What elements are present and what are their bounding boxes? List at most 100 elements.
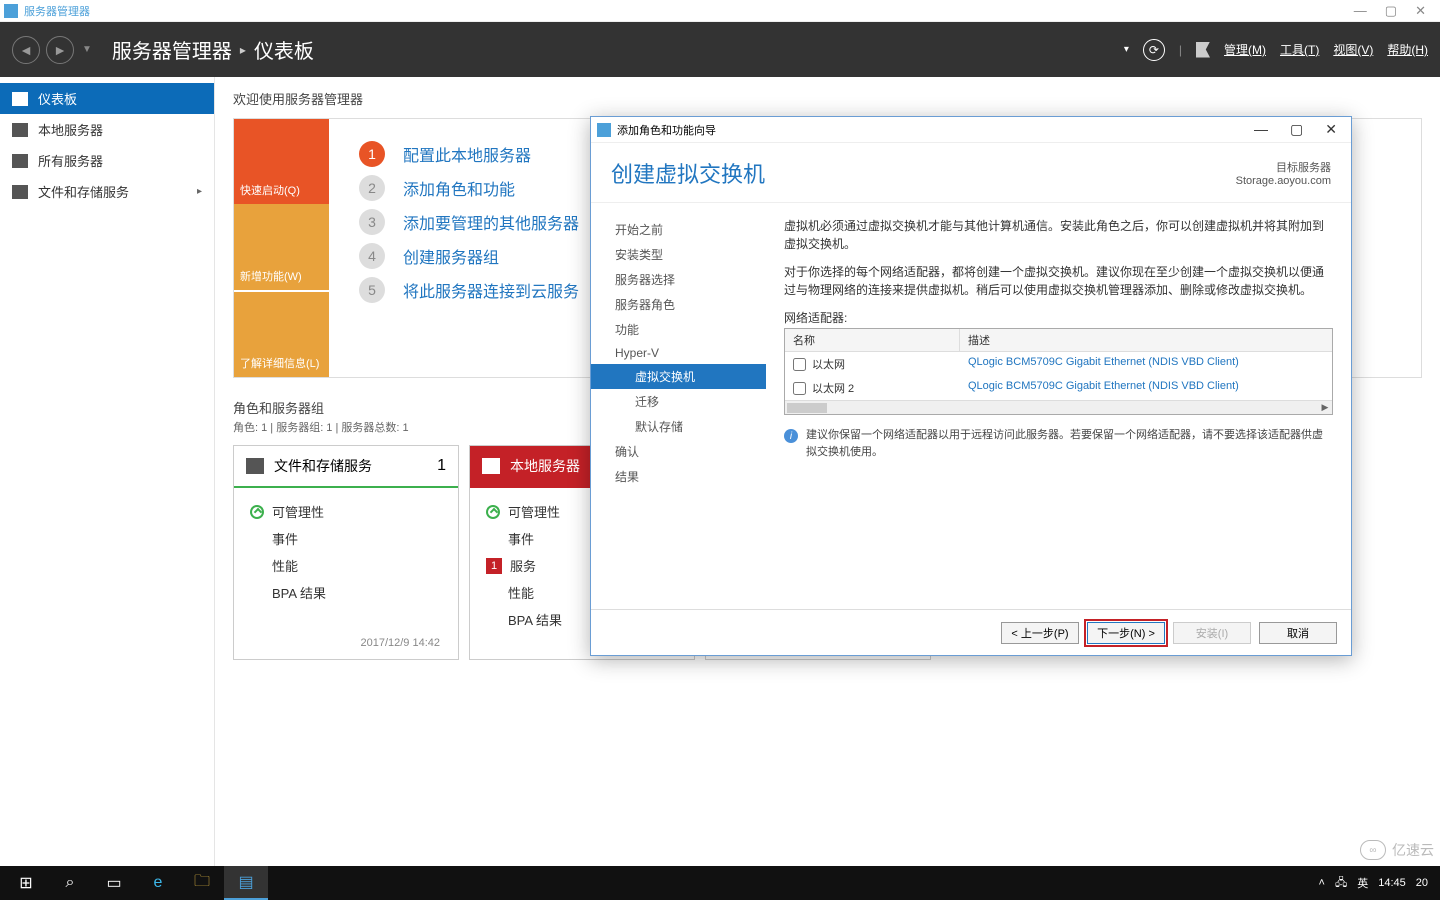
chevron-right-icon: ▸ [197, 186, 202, 197]
card-header: 文件和存储服务 1 [234, 446, 458, 488]
nav-server-roles[interactable]: 服务器角色 [591, 292, 766, 317]
taskbar: ⊞ ⌕ ▭ e 🗀 ▤ ˄ 🖧 英 14:45 20 [0, 866, 1440, 900]
card-line-bpa[interactable]: BPA 结果 [250, 579, 442, 606]
wizard-content: 虚拟机必须通过虚拟交换机才能与其他计算机通信。安装此角色之后，你可以创建虚拟机并… [766, 203, 1351, 609]
ie-icon[interactable]: e [136, 866, 180, 900]
card-body: 可管理性 事件 性能 BPA 结果 [234, 488, 458, 616]
tile-label: 快速启动(Q) [240, 182, 300, 198]
breadcrumb-page[interactable]: 仪表板 [254, 35, 314, 64]
explorer-icon[interactable]: 🗀 [180, 866, 224, 900]
intro-text-1: 虚拟机必须通过虚拟交换机才能与其他计算机通信。安装此角色之后，你可以创建虚拟机并… [784, 217, 1333, 253]
adapter-desc: QLogic BCM5709C Gigabit Ethernet (NDIS V… [960, 354, 1332, 374]
card-title: 文件和存储服务 [274, 456, 427, 476]
ime-indicator[interactable]: 英 [1357, 875, 1368, 891]
nav-results[interactable]: 结果 [591, 464, 766, 489]
close-button[interactable]: ✕ [1415, 3, 1426, 19]
cancel-button[interactable]: 取消 [1259, 622, 1337, 644]
sidebar-item-dashboard[interactable]: 仪表板 [0, 83, 214, 114]
server-icon [482, 458, 500, 474]
dialog-icon [597, 123, 611, 137]
forward-button[interactable]: ► [46, 36, 74, 64]
scrollbar-thumb[interactable] [787, 403, 827, 413]
menu-manage[interactable]: 管理(M) [1224, 41, 1266, 58]
minimize-button[interactable]: — [1354, 3, 1367, 19]
search-button[interactable]: ⌕ [48, 866, 92, 900]
card-count: 1 [437, 457, 446, 475]
tile-learnmore[interactable]: 了解详细信息(L) [234, 290, 329, 377]
maximize-button[interactable]: ▢ [1385, 3, 1397, 19]
menu-tools[interactable]: 工具(T) [1280, 41, 1319, 58]
card-file-storage[interactable]: 文件和存储服务 1 可管理性 事件 性能 BPA 结果 2017/12/9 14… [233, 445, 459, 660]
step-number: 1 [359, 141, 385, 167]
header-actions: ▾ ⟳ | 管理(M) 工具(T) 视图(V) 帮助(H) [1124, 39, 1428, 61]
nav-hyperv[interactable]: Hyper-V [591, 342, 766, 364]
welcome-tiles: 快速启动(Q) 新增功能(W) 了解详细信息(L) [234, 119, 329, 377]
nav-migration[interactable]: 迁移 [591, 389, 766, 414]
adapter-checkbox[interactable] [793, 382, 806, 395]
app-icon [4, 4, 18, 18]
menu-view[interactable]: 视图(V) [1333, 41, 1373, 58]
start-button[interactable]: ⊞ [4, 866, 48, 900]
dropdown-icon[interactable]: ▼ [82, 44, 92, 55]
tile-quickstart[interactable]: 快速启动(Q) [234, 119, 329, 204]
notifications-flag-icon[interactable] [1196, 42, 1210, 58]
clock[interactable]: 14:45 [1378, 877, 1406, 889]
step-number: 5 [359, 277, 385, 303]
dialog-maximize-button[interactable]: ▢ [1290, 121, 1303, 138]
adapters-label: 网络适配器: [784, 309, 1333, 326]
refresh-icon[interactable]: ⟳ [1143, 39, 1165, 61]
dialog-window-controls: — ▢ ✕ [1254, 121, 1345, 138]
sidebar-item-local-server[interactable]: 本地服务器 [0, 114, 214, 145]
tray-up-icon[interactable]: ˄ [1319, 877, 1325, 889]
back-button[interactable]: ◄ [12, 36, 40, 64]
sidebar-item-label: 本地服务器 [38, 120, 103, 139]
storage-icon [12, 185, 28, 199]
task-view-button[interactable]: ▭ [92, 866, 136, 900]
scroll-right-icon[interactable]: ▶ [1318, 402, 1332, 413]
step-number: 2 [359, 175, 385, 201]
col-name-header[interactable]: 名称 [785, 329, 960, 351]
intro-text-2: 对于你选择的每个网络适配器，都将创建一个虚拟交换机。建议你现在至少创建一个虚拟交… [784, 263, 1333, 299]
tile-whatsnew[interactable]: 新增功能(W) [234, 204, 329, 289]
server-manager-taskbar-icon[interactable]: ▤ [224, 866, 268, 900]
card-line-manage[interactable]: 可管理性 [250, 498, 442, 525]
adapter-name: 以太网 2 [812, 380, 854, 396]
menu-help[interactable]: 帮助(H) [1387, 41, 1428, 58]
horizontal-scrollbar[interactable]: ▶ [785, 400, 1332, 414]
dialog-close-button[interactable]: ✕ [1325, 121, 1337, 138]
chevron-right-icon: ▸ [240, 43, 246, 57]
nav-install-type[interactable]: 安装类型 [591, 242, 766, 267]
nav-before-begin[interactable]: 开始之前 [591, 217, 766, 242]
wizard-nav: 开始之前 安装类型 服务器选择 服务器角色 功能 Hyper-V 虚拟交换机 迁… [591, 203, 766, 609]
step-number: 4 [359, 243, 385, 269]
adapter-row[interactable]: 以太网 2 QLogic BCM5709C Gigabit Ethernet (… [785, 376, 1332, 400]
nav-default-stores[interactable]: 默认存储 [591, 414, 766, 439]
nav-confirm[interactable]: 确认 [591, 439, 766, 464]
dialog-header: 创建虚拟交换机 目标服务器 Storage.aoyou.com [591, 143, 1351, 203]
previous-button[interactable]: < 上一步(P) [1001, 622, 1079, 644]
adapter-checkbox[interactable] [793, 358, 806, 371]
welcome-title: 欢迎使用服务器管理器 [233, 89, 1422, 108]
dropdown-small-icon[interactable]: ▾ [1124, 44, 1129, 55]
sidebar-item-label: 仪表板 [38, 89, 77, 108]
step-label: 添加要管理的其他服务器 [403, 210, 579, 234]
up-arrow-icon [250, 505, 264, 519]
network-icon[interactable]: 🖧 [1335, 874, 1347, 893]
breadcrumb-root[interactable]: 服务器管理器 [112, 35, 232, 64]
tile-label: 新增功能(W) [240, 268, 302, 284]
dialog-minimize-button[interactable]: — [1254, 121, 1268, 138]
adapter-row[interactable]: 以太网 QLogic BCM5709C Gigabit Ethernet (ND… [785, 352, 1332, 376]
next-button[interactable]: 下一步(N) > [1087, 622, 1165, 644]
nav-features[interactable]: 功能 [591, 317, 766, 342]
card-line-events[interactable]: 事件 [250, 525, 442, 552]
sidebar-item-all-servers[interactable]: 所有服务器 [0, 145, 214, 176]
sidebar-item-file-storage[interactable]: 文件和存储服务 ▸ [0, 176, 214, 207]
cloud-icon: ∞ [1360, 840, 1386, 860]
nav-virtual-switch[interactable]: 虚拟交换机 [591, 364, 766, 389]
date-prefix: 20 [1416, 877, 1428, 889]
card-line-perf[interactable]: 性能 [250, 552, 442, 579]
nav-server-selection[interactable]: 服务器选择 [591, 267, 766, 292]
window-title: 服务器管理器 [24, 3, 90, 19]
info-note: i 建议你保留一个网络适配器以用于远程访问此服务器。若要保留一个网络适配器，请不… [784, 427, 1333, 460]
col-desc-header[interactable]: 描述 [960, 329, 1332, 351]
